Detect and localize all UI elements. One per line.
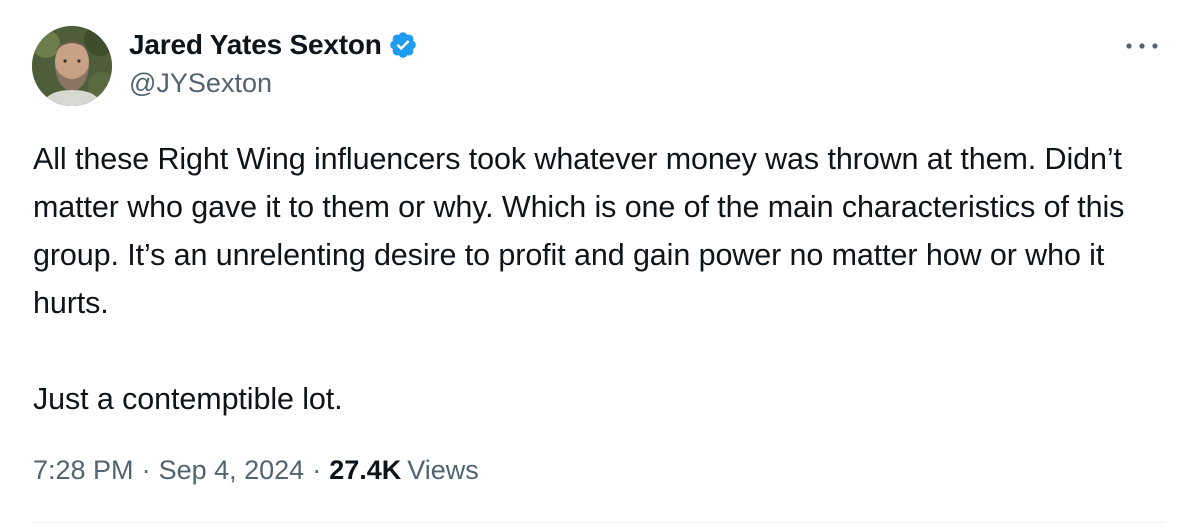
divider — [33, 522, 1165, 523]
more-horizontal-icon — [1126, 43, 1158, 49]
views-count[interactable]: 27.4K — [329, 455, 401, 486]
author-handle[interactable]: @JYSexton — [129, 68, 272, 99]
meta-separator: · — [141, 455, 151, 485]
tweet-paragraph: Just a contemptible lot. — [33, 382, 343, 416]
tweet-date[interactable]: Sep 4, 2024 — [159, 455, 305, 486]
tweet-text: All these Right Wing influencers took wh… — [33, 135, 1173, 423]
meta-separator: · — [312, 455, 322, 485]
views-label[interactable]: Views — [407, 455, 479, 486]
more-options-button[interactable] — [1122, 34, 1162, 58]
author-display-name[interactable]: Jared Yates Sexton — [129, 29, 382, 61]
avatar[interactable] — [32, 26, 112, 106]
verified-badge-icon[interactable] — [388, 30, 418, 60]
author-name-row[interactable]: Jared Yates Sexton — [129, 27, 418, 63]
tweet-time[interactable]: 7:28 PM — [33, 455, 134, 486]
tweet-paragraph: All these Right Wing influencers took wh… — [33, 142, 1125, 320]
tweet-card: Jared Yates Sexton @JYSexton All these R… — [0, 0, 1198, 530]
tweet-meta: 7:28 PM · Sep 4, 2024 · 27.4K Views — [33, 455, 479, 486]
avatar-image — [32, 26, 112, 106]
